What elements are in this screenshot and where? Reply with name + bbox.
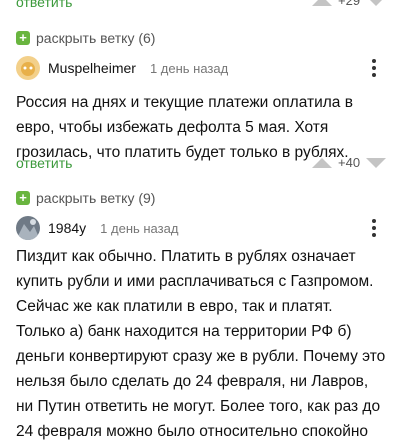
comment-text: Пиздит как обычно. Платить в рублях озна… bbox=[16, 248, 386, 440]
avatar[interactable] bbox=[16, 216, 40, 240]
upvote-icon[interactable] bbox=[312, 0, 332, 6]
comment-author[interactable]: 1984y bbox=[48, 220, 86, 236]
expand-branch-label: раскрыть ветку (6) bbox=[36, 30, 156, 46]
reply-link[interactable]: ответить bbox=[16, 155, 72, 171]
expand-branch-button[interactable]: + раскрыть ветку (9) bbox=[16, 190, 155, 206]
comment-time: 1 день назад bbox=[149, 60, 229, 76]
expand-branch-button[interactable]: + раскрыть ветку (6) bbox=[16, 30, 155, 46]
expand-branch-label: раскрыть ветку (9) bbox=[36, 190, 156, 206]
plus-icon: + bbox=[16, 31, 30, 45]
comment-author[interactable]: Muspelheimer bbox=[48, 60, 136, 76]
comment-score: +29 bbox=[338, 0, 361, 8]
comment-header: Muspelheimer 1 день назад bbox=[16, 56, 386, 80]
more-options-icon[interactable] bbox=[372, 219, 376, 237]
reply-link[interactable]: ответить bbox=[16, 0, 72, 10]
comment-score: +40 bbox=[338, 155, 361, 170]
downvote-icon[interactable] bbox=[366, 158, 386, 168]
avatar[interactable] bbox=[16, 56, 40, 80]
comment-header: 1984y 1 день назад bbox=[16, 216, 386, 240]
comment-time: 1 день назад bbox=[100, 220, 179, 236]
more-options-icon[interactable] bbox=[372, 59, 376, 77]
comment-text: Россия на днях и текущие платежи оплатил… bbox=[16, 94, 353, 161]
upvote-icon[interactable] bbox=[312, 158, 332, 168]
plus-icon: + bbox=[16, 191, 30, 205]
downvote-icon[interactable] bbox=[366, 0, 386, 6]
